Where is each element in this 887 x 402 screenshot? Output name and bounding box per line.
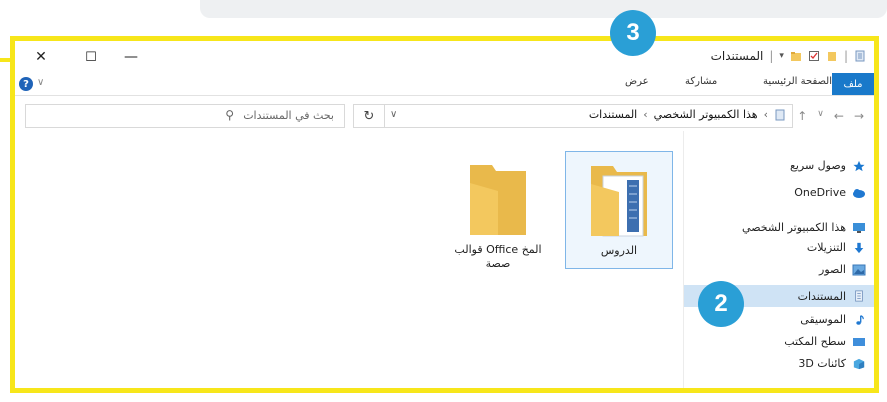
background-bar xyxy=(200,0,887,18)
breadcrumb: › هذا الكمبيوتر الشخصي › المستندات xyxy=(589,108,786,121)
nav-item-label: الموسيقى xyxy=(800,313,846,326)
nav-item-label: الصور xyxy=(819,263,846,276)
close-button[interactable]: ✕ xyxy=(29,47,53,67)
folder-with-docs-icon xyxy=(591,166,647,237)
forward-arrow-icon[interactable]: ← xyxy=(834,109,844,123)
ribbon-expand-chevron-icon[interactable]: ∨ xyxy=(37,77,44,88)
tab-view[interactable]: عرض xyxy=(625,76,649,87)
window-title: المستندات xyxy=(710,49,764,63)
search-placeholder: بحث في المستندات xyxy=(243,109,334,122)
folder-icon xyxy=(470,165,526,235)
minimize-button[interactable]: — xyxy=(119,47,143,67)
nav-item-label: OneDrive xyxy=(794,186,846,199)
folder-office-templates[interactable]: قوالب Office المخ صصة xyxy=(445,151,551,270)
desktop-icon xyxy=(853,337,865,346)
nav-item-label: التنزيلات xyxy=(806,241,846,254)
file-explorer-window: ✕ ☐ — المستندات | ▾ | ? ∨ عرض مشاركة الص… xyxy=(10,36,879,393)
nav-item-desktop[interactable]: سطح المكتب xyxy=(784,335,866,348)
ribbon-tabs: ? ∨ عرض مشاركة الصفحة الرئيسية ملف xyxy=(15,73,874,96)
documents-icon xyxy=(855,290,863,302)
address-row: ⚲ بحث في المستندات ↻ ∨ › هذا الكمبيوتر ا… xyxy=(15,101,874,131)
callout-badge-view: 3 xyxy=(610,10,656,56)
nav-buttons: → ← ∨ ↑ xyxy=(797,109,864,123)
nav-item-3d-objects[interactable]: كائنات 3D xyxy=(798,357,866,370)
qa-dropdown-icon[interactable]: ▾ xyxy=(779,51,784,61)
content-area: وصول سريع OneDrive هذا الكمبيوتر الشخصي … xyxy=(15,131,874,388)
nav-item-label: سطح المكتب xyxy=(784,335,846,348)
search-box[interactable]: ⚲ بحث في المستندات xyxy=(25,104,345,128)
help-icon[interactable]: ? xyxy=(19,77,33,91)
navigation-pane: وصول سريع OneDrive هذا الكمبيوتر الشخصي … xyxy=(683,131,874,388)
tab-file[interactable]: ملف xyxy=(832,73,874,95)
nav-item-music[interactable]: الموسيقى xyxy=(800,313,866,326)
back-arrow-icon[interactable]: → xyxy=(854,109,864,123)
properties-icon[interactable] xyxy=(808,50,820,62)
star-icon xyxy=(853,160,865,171)
title-separator: | xyxy=(769,49,774,63)
folder-lessons-label: الدروس xyxy=(600,244,638,257)
folder-office-templates-label-line2: صصة xyxy=(485,257,511,270)
nav-item-label: هذا الكمبيوتر الشخصي xyxy=(742,221,846,234)
breadcrumb-chevron-icon: › xyxy=(643,108,648,121)
cloud-icon xyxy=(853,188,865,198)
nav-item-onedrive[interactable]: OneDrive xyxy=(794,186,866,199)
up-arrow-icon[interactable]: ↑ xyxy=(797,109,807,123)
nav-item-label: المستندات xyxy=(797,289,846,303)
nav-item-label: كائنات 3D xyxy=(798,357,846,370)
breadcrumb-this-pc[interactable]: هذا الكمبيوتر الشخصي xyxy=(654,108,758,121)
refresh-icon[interactable]: ↻ xyxy=(354,105,385,127)
folder-lessons[interactable]: الدروس xyxy=(565,151,673,269)
address-dropdown-icon[interactable]: ∨ xyxy=(390,109,397,120)
nav-item-label: وصول سريع xyxy=(789,159,846,172)
breadcrumb-chevron-icon: › xyxy=(763,108,768,121)
title-bar: ✕ ☐ — المستندات | ▾ | xyxy=(15,41,874,73)
download-icon xyxy=(854,242,864,253)
tab-share[interactable]: مشاركة xyxy=(685,76,717,87)
address-bar[interactable]: ↻ ∨ › هذا الكمبيوتر الشخصي › المستندات xyxy=(353,104,793,128)
3d-objects-icon xyxy=(853,358,865,369)
recent-locations-icon[interactable]: ∨ xyxy=(817,109,824,123)
pc-icon xyxy=(853,222,865,233)
folder-office-templates-label-line1: قوالب Office المخ xyxy=(454,243,542,256)
documents-breadcrumb-icon xyxy=(775,109,785,120)
pictures-icon xyxy=(852,264,866,275)
file-list: الدروس قوالب Office المخ صصة xyxy=(15,131,679,388)
callout-badge-documents: 2 xyxy=(698,281,744,327)
maximize-button[interactable]: ☐ xyxy=(79,47,103,67)
music-icon xyxy=(856,314,864,325)
search-icon: ⚲ xyxy=(225,108,234,122)
documents-app-icon xyxy=(855,50,865,62)
title-separator-2: | xyxy=(843,49,848,63)
nav-item-this-pc[interactable]: هذا الكمبيوتر الشخصي xyxy=(742,221,866,234)
nav-item-downloads[interactable]: التنزيلات xyxy=(807,241,866,254)
title-area: المستندات | ▾ | xyxy=(711,49,866,63)
new-folder-icon[interactable] xyxy=(790,50,802,62)
nav-item-pictures[interactable]: الصور xyxy=(819,263,866,276)
folder-small-icon xyxy=(827,52,836,61)
breadcrumb-documents[interactable]: المستندات xyxy=(589,108,637,121)
tab-home[interactable]: الصفحة الرئيسية xyxy=(763,76,832,87)
nav-item-quick-access[interactable]: وصول سريع xyxy=(790,159,866,172)
